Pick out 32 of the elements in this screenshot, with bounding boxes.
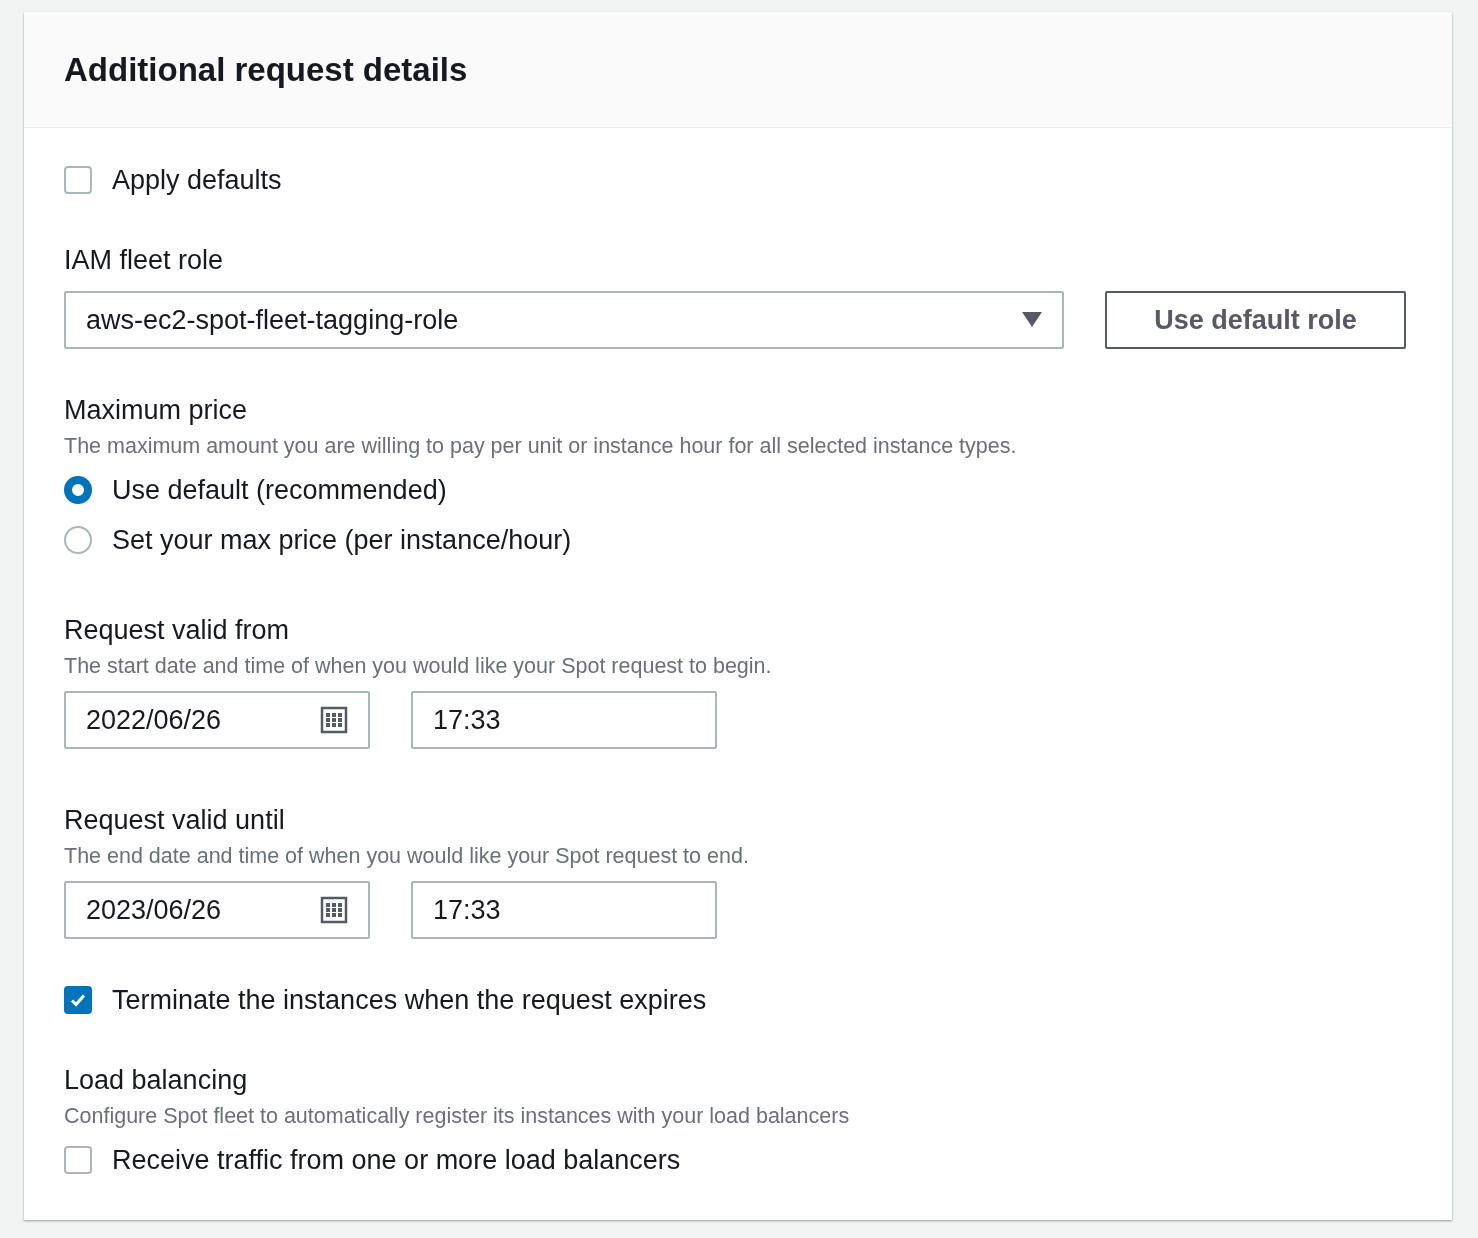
date-field[interactable]: 2022/06/26	[64, 691, 370, 749]
radio-button[interactable]	[64, 476, 92, 504]
radio-button[interactable]	[64, 526, 92, 554]
field-label: IAM fleet role	[64, 244, 225, 277]
role-select[interactable]: aws-ec2-spot-fleet-tagging-role	[64, 291, 1064, 349]
field-description: The maximum amount you are willing to pay per unit or instance hour for all selected instance types.	[64, 433, 1018, 460]
checkbox[interactable]	[64, 166, 92, 194]
field-label: Request valid from	[64, 614, 291, 647]
panel-title: Additional request details	[64, 49, 468, 90]
select-value: aws-ec2-spot-fleet-tagging-role	[86, 303, 459, 337]
checkbox-label: Apply defaults	[112, 164, 282, 197]
time-field[interactable]: 17:33	[411, 881, 717, 939]
dropdown-caret-icon[interactable]	[1022, 312, 1042, 328]
checkbox[interactable]	[64, 1146, 92, 1174]
radio-label: Use default (recommended)	[112, 474, 447, 507]
calendar-icon[interactable]	[320, 896, 348, 924]
checkbox-label: Receive traffic from one or more load balancers	[112, 1144, 681, 1177]
checkbox[interactable]	[64, 986, 92, 1014]
checkbox-label: Terminate the instances when the request expires	[112, 984, 707, 1017]
field-description: The end date and time of when you would like your Spot request to end.	[64, 843, 750, 870]
date-field[interactable]: 2023/06/26	[64, 881, 370, 939]
date-value: 2022/06/26	[86, 703, 222, 737]
use-default-role-button[interactable]: Use default role	[1105, 291, 1406, 349]
field-label: Maximum price	[64, 394, 249, 427]
field-label: Load balancing	[64, 1064, 249, 1097]
calendar-icon[interactable]	[320, 706, 348, 734]
date-value: 2023/06/26	[86, 893, 222, 927]
time-field[interactable]: 17:33	[411, 691, 717, 749]
field-description: The start date and time of when you would like your Spot request to begin.	[64, 653, 773, 680]
field-description: Configure Spot fleet to automatically register its instances with your load balancers	[64, 1103, 851, 1130]
radio-label: Set your max price (per instance/hour)	[112, 524, 572, 557]
field-label: Request valid until	[64, 804, 286, 837]
